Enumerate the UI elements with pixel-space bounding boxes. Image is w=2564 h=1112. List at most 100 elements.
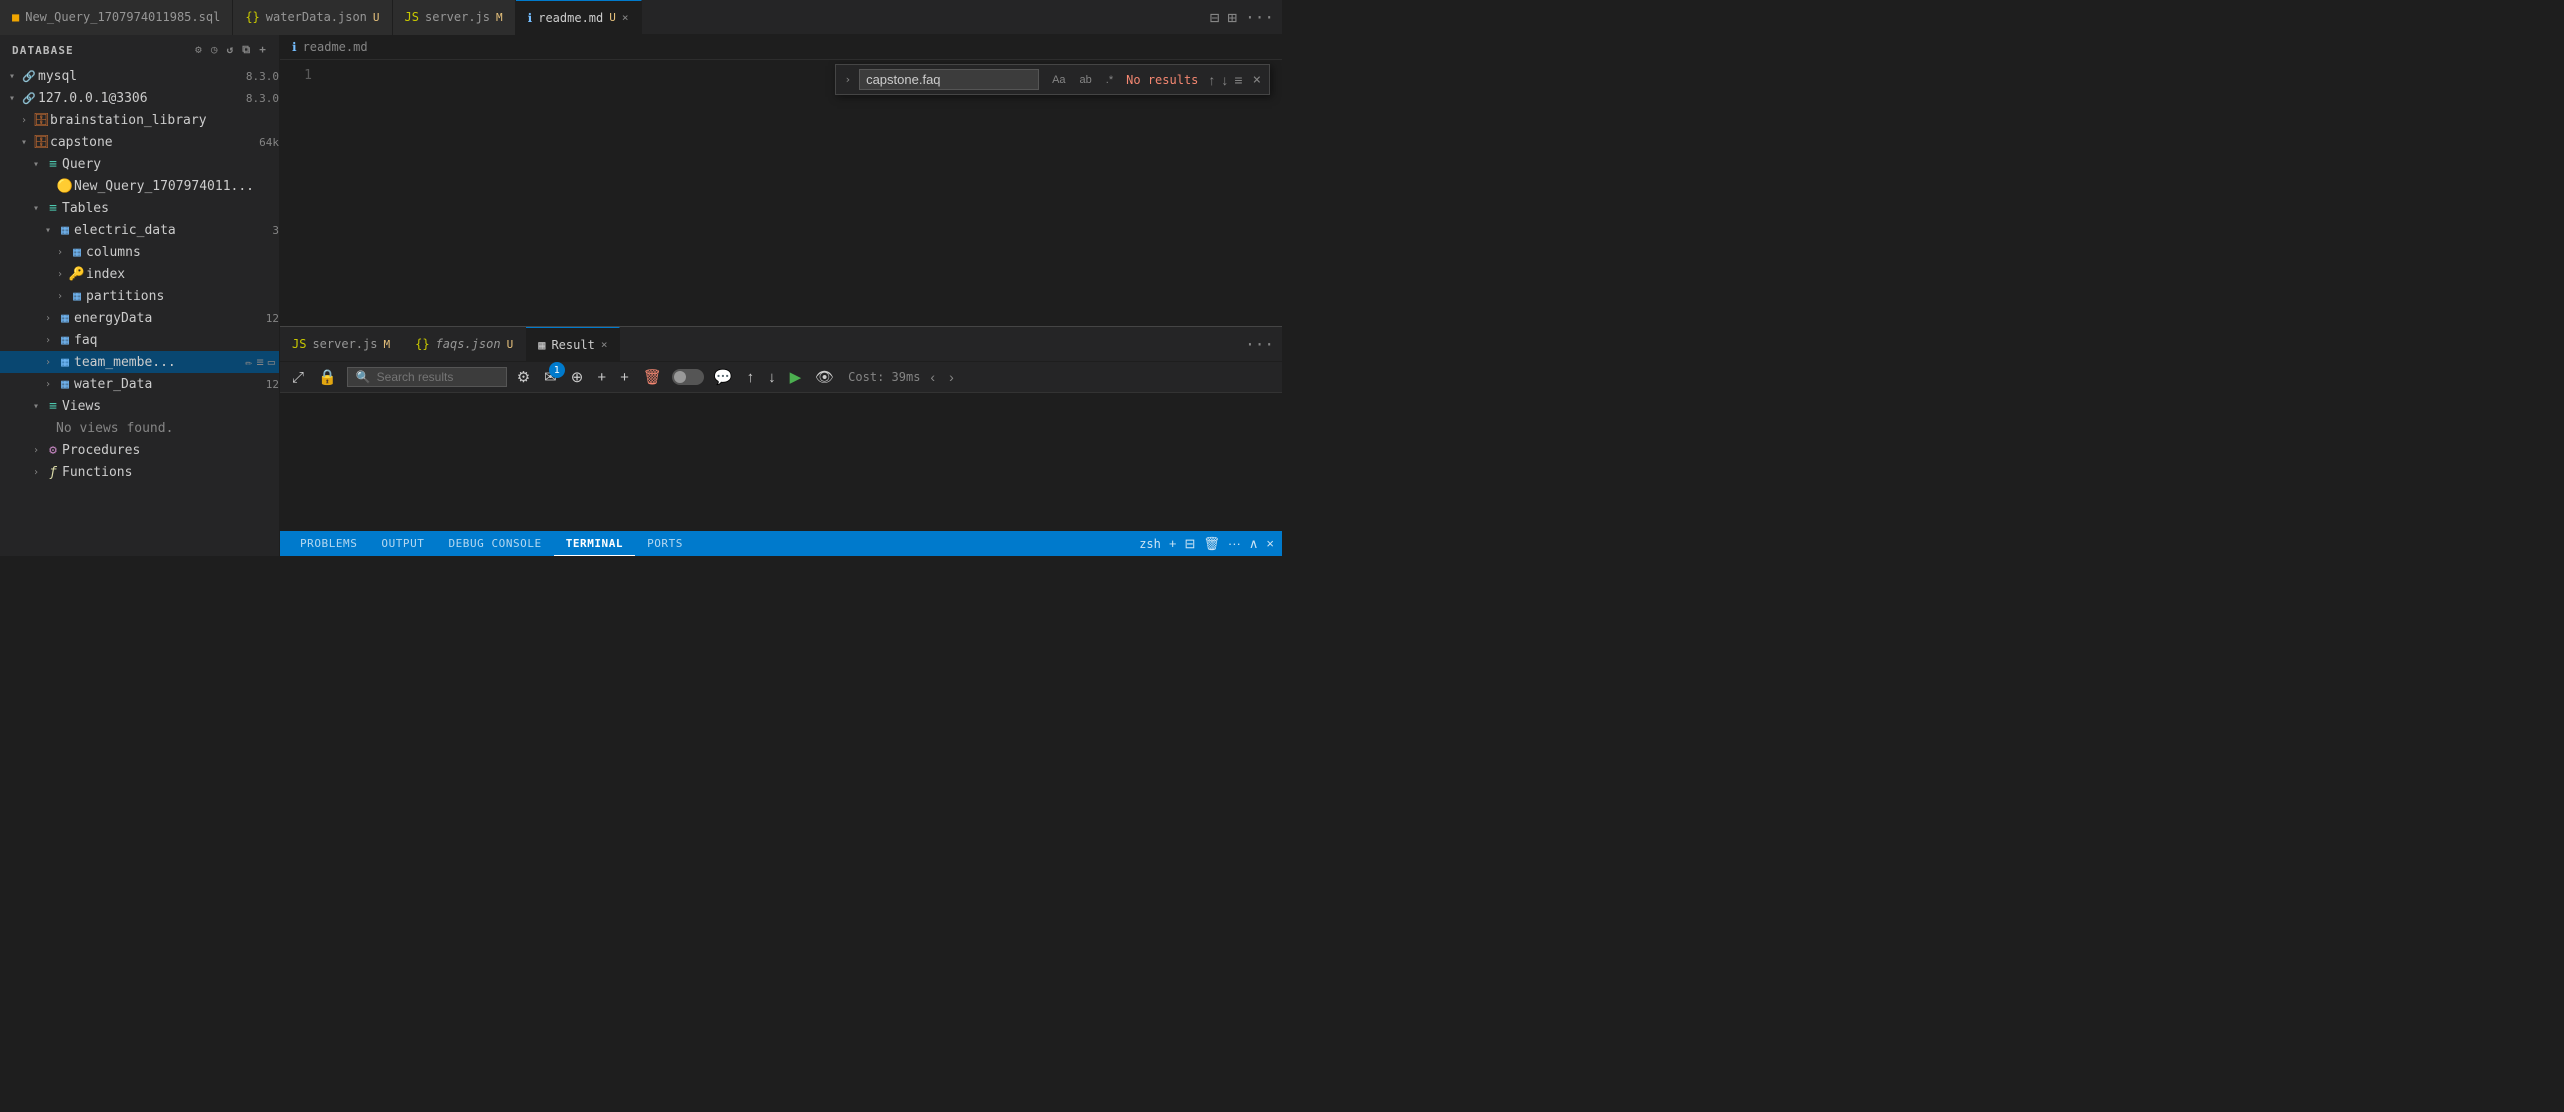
tab-sql[interactable]: ■ New_Query_1707974011985.sql	[0, 0, 233, 35]
tree-item-new-query[interactable]: 🟡 New_Query_1707974011...	[0, 175, 279, 197]
tree-item-partitions[interactable]: ▦ partitions	[0, 285, 279, 307]
tree-item-brainstation[interactable]: 🗄 brainstation_library	[0, 109, 279, 131]
lock-btn[interactable]: 🔒	[314, 366, 341, 388]
delete-btn[interactable]: 🗑	[639, 366, 666, 388]
panel-tab-faqs-json[interactable]: {} faqs.json U	[403, 327, 526, 362]
down-arrow-btn[interactable]: ↓	[764, 367, 780, 388]
tree-item-electric-data[interactable]: ▦ electric_data 3	[0, 219, 279, 241]
tree-item-water-data[interactable]: ▦ water_Data 12	[0, 373, 279, 395]
columns-icon: ▦	[68, 245, 86, 260]
panel-result-icon: ▦	[538, 338, 545, 352]
tree-item-index[interactable]: 🔑 index	[0, 263, 279, 285]
toggle-track[interactable]	[672, 369, 704, 385]
find-next-btn[interactable]: ↓	[1219, 72, 1230, 88]
add-icon[interactable]: +	[259, 43, 267, 57]
search-results-input[interactable]	[377, 370, 497, 384]
eye-btn[interactable]: 👁	[811, 366, 838, 388]
list-icon[interactable]: ≡	[257, 355, 264, 369]
add-terminal-btn[interactable]: +	[1169, 536, 1177, 551]
find-prev-btn[interactable]: ↑	[1206, 72, 1217, 88]
more-actions-icon[interactable]: ···	[1245, 8, 1274, 27]
tree-item-faq[interactable]: ▦ faq	[0, 329, 279, 351]
match-word-btn[interactable]: ab	[1075, 72, 1097, 88]
copy-icon[interactable]: ⧉	[242, 43, 251, 57]
split-terminal-btn[interactable]: ⊟	[1184, 536, 1195, 552]
add-btn-1[interactable]: +	[593, 367, 610, 388]
status-bar: PROBLEMS OUTPUT DEBUG CONSOLE TERMINAL P…	[280, 531, 1282, 556]
file-icon[interactable]: ▭	[268, 355, 275, 369]
up-arrow-btn[interactable]: ↑	[743, 367, 759, 388]
settings-icon[interactable]: ⚙	[195, 43, 203, 57]
tab-readme[interactable]: ℹ readme.md U ×	[516, 0, 642, 35]
match-case-btn[interactable]: Aa	[1047, 72, 1070, 88]
tab-json[interactable]: {} waterData.json U	[233, 0, 392, 35]
chevron-energy-data	[40, 313, 56, 324]
tree-item-columns[interactable]: ▦ columns	[0, 241, 279, 263]
info-icon: ℹ	[528, 11, 533, 25]
electric-data-badge: 3	[272, 224, 279, 237]
panel-result-close[interactable]: ×	[601, 338, 608, 351]
toolbar-prev-btn[interactable]: ‹	[926, 367, 939, 387]
tree-item-procedures[interactable]: ⚙ Procedures	[0, 439, 279, 461]
toolbar-settings-btn[interactable]: ⚙	[513, 366, 534, 388]
tab-problems[interactable]: PROBLEMS	[288, 531, 369, 556]
tree-item-energy-data[interactable]: ▦ energyData 12	[0, 307, 279, 329]
tree-item-connection[interactable]: 🔗 127.0.0.1@3306 8.3.0	[0, 87, 279, 109]
tree-item-query-group[interactable]: ≡ Query	[0, 153, 279, 175]
tree-item-tables-group[interactable]: ≡ Tables	[0, 197, 279, 219]
tree-item-team-members[interactable]: ▦ team_membe... ✏ ≡ ▭	[0, 351, 279, 373]
close-panel-btn[interactable]: ×	[1266, 536, 1274, 551]
tab-output[interactable]: OUTPUT	[369, 531, 436, 556]
editor-content[interactable]: 1 › Aa ab .* No results ↑ ↓ ≡ ×	[280, 60, 1282, 326]
partitions-icon: ▦	[68, 289, 86, 304]
tab-readme-close[interactable]: ×	[622, 11, 629, 24]
table-icon-energy: ▦	[56, 311, 74, 326]
sidebar: DATABASE ⚙ ◷ ↺ ⧉ + 🔗 mysql 8.3.0 🔗 127.0…	[0, 35, 280, 556]
toggle-switch[interactable]	[672, 369, 704, 385]
add-btn-2[interactable]: +	[616, 367, 633, 388]
find-list-btn[interactable]: ≡	[1232, 72, 1244, 88]
panel-tab-more[interactable]: ···	[1245, 335, 1282, 354]
more-terminal-btn[interactable]: ···	[1228, 536, 1241, 551]
delete-terminal-btn[interactable]: 🗑	[1203, 536, 1220, 552]
email-badge: 1	[549, 362, 565, 378]
tab-js[interactable]: JS server.js M	[393, 0, 516, 35]
panel-tab-server-js[interactable]: JS server.js M	[280, 327, 403, 362]
search-results-input-wrapper: 🔍	[347, 367, 507, 387]
find-expand-btn[interactable]: ›	[844, 73, 851, 86]
toggle-sidebar-icon[interactable]: ⊞	[1227, 8, 1237, 27]
tree-item-capstone[interactable]: 🗄 capstone 64k	[0, 131, 279, 153]
tree-item-mysql[interactable]: 🔗 mysql 8.3.0	[0, 65, 279, 87]
tab-terminal[interactable]: TERMINAL	[554, 531, 635, 556]
tab-debug-console[interactable]: DEBUG CONSOLE	[436, 531, 553, 556]
maximize-panel-btn[interactable]: ∧	[1249, 536, 1259, 552]
github-btn[interactable]: ⊕	[567, 366, 588, 388]
tree-item-functions[interactable]: ƒ Functions	[0, 461, 279, 483]
edit-icon[interactable]: ✏	[245, 355, 252, 369]
tables-group-label: Tables	[62, 201, 279, 216]
db-connection-icon: 🔗	[20, 70, 38, 83]
move-btn[interactable]: ⤢	[288, 367, 308, 388]
chevron-capstone	[16, 137, 32, 148]
panel-tab-result[interactable]: ▦ Result ×	[526, 327, 620, 362]
tab-ports[interactable]: PORTS	[635, 531, 695, 556]
db-icon-brainstation: 🗄	[32, 113, 50, 128]
find-nav: ↑ ↓ ≡	[1206, 72, 1244, 88]
find-input[interactable]	[859, 69, 1039, 90]
play-btn[interactable]: ▶	[786, 366, 806, 388]
chevron-water-data	[40, 379, 56, 390]
no-views-label: No views found.	[56, 421, 279, 436]
refresh-icon[interactable]: ↺	[227, 43, 235, 57]
history-icon[interactable]: ◷	[211, 43, 219, 57]
split-editor-icon[interactable]: ⊟	[1210, 8, 1220, 27]
chat-btn[interactable]: 💬	[710, 366, 737, 388]
capstone-label: capstone	[50, 135, 255, 150]
query-group-icon: ≡	[44, 157, 62, 172]
partitions-label: partitions	[86, 289, 279, 304]
toolbar-next-btn[interactable]: ›	[945, 367, 958, 387]
chevron-faq	[40, 335, 56, 346]
tree-item-views-group[interactable]: ≡ Views	[0, 395, 279, 417]
regex-btn[interactable]: .*	[1101, 72, 1118, 88]
find-close-btn[interactable]: ×	[1253, 72, 1261, 88]
find-options: Aa ab .*	[1047, 72, 1118, 88]
